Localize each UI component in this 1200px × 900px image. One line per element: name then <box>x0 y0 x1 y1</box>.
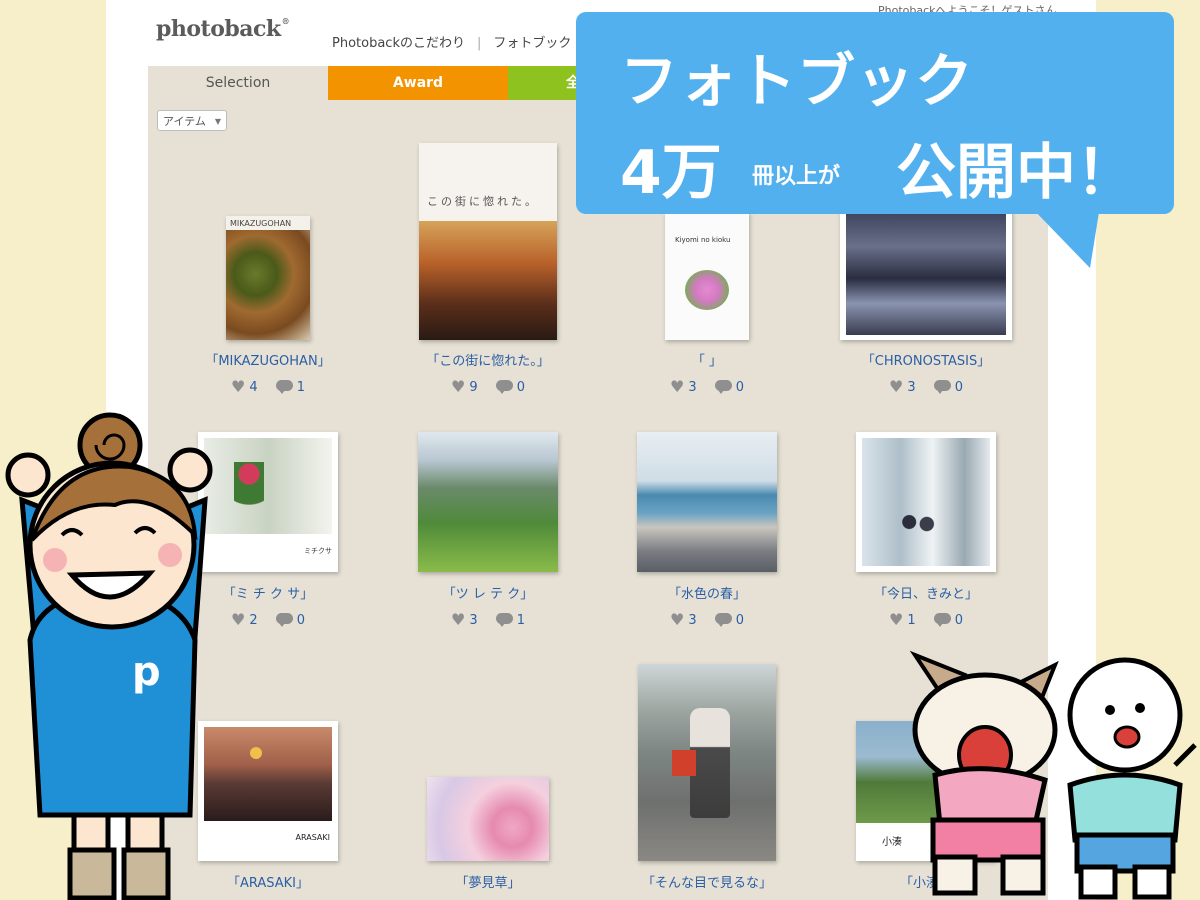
cover-text: Kiyomi no kioku <box>675 236 731 244</box>
book-cover-konomachi[interactable]: この街に惚れた。 <box>419 143 557 340</box>
logo-text: photoback <box>156 16 281 42</box>
filter-label: アイテム <box>163 115 206 128</box>
cover-text: ARASAKI <box>295 833 330 842</box>
book-stats: ♥ 4 1 <box>230 377 306 396</box>
comment-icon[interactable] <box>933 380 951 394</box>
heart-icon[interactable]: ♥ <box>451 610 465 629</box>
book-title[interactable]: 「CHRONOSTASIS」 <box>816 350 1036 369</box>
book-stats: ♥ 3 1 <box>450 610 526 629</box>
nav-item-kodawari[interactable]: Photobackのこだわり <box>332 36 465 51</box>
book-stats: ♥ 9 0 <box>450 377 526 396</box>
heart-icon[interactable]: ♥ <box>889 377 903 396</box>
promo-banner: フォトブック 4万 冊以上が 公開中！ <box>576 12 1174 214</box>
cover-text: MIKAZUGOHAN <box>230 219 292 228</box>
book-stats: ♥ 3 0 <box>888 377 964 396</box>
mascot-girl-illustration: p <box>5 412 213 900</box>
photoback-logo[interactable]: photoback® <box>156 16 290 42</box>
book-cover-yumemigusa[interactable] <box>427 777 549 861</box>
tab-award[interactable]: Award <box>328 66 508 100</box>
book-cover-sonnamede[interactable] <box>638 664 776 861</box>
book-title[interactable]: 「ツ レ テ ク」 <box>378 583 598 602</box>
book-title[interactable]: 「 」 <box>597 350 817 369</box>
book-title[interactable]: 「夢見草」 <box>378 872 598 891</box>
header-nav: Photobackのこだわり | フォトブック <box>332 36 572 51</box>
heart-icon[interactable]: ♥ <box>670 377 684 396</box>
banner-headline: フォトブック <box>620 47 975 115</box>
book-cover-chronostasis[interactable] <box>840 205 1012 340</box>
chevron-down-icon: ▼ <box>214 117 221 126</box>
mascot-dogs-illustration <box>909 650 1197 900</box>
heart-icon[interactable]: ♥ <box>231 377 245 396</box>
heart-icon[interactable]: ♥ <box>451 377 465 396</box>
tab-selection[interactable]: Selection <box>148 66 328 100</box>
book-title[interactable]: 「水色の春」 <box>597 583 817 602</box>
nav-item-photobook[interactable]: フォトブック <box>493 36 571 51</box>
comment-icon[interactable] <box>275 613 293 627</box>
comment-icon[interactable] <box>933 613 951 627</box>
comment-icon[interactable] <box>495 380 513 394</box>
heart-icon[interactable]: ♥ <box>670 610 684 629</box>
heart-icon[interactable]: ♥ <box>889 610 903 629</box>
book-stats: ♥ 3 0 <box>669 377 745 396</box>
banner-status: 公開中！ <box>896 138 1136 208</box>
comment-icon[interactable] <box>275 380 293 394</box>
book-title[interactable]: 「今日、きみと」 <box>816 583 1036 602</box>
book-cover-mizuiro[interactable] <box>637 432 777 572</box>
cover-text: この街に惚れた。 <box>427 195 539 208</box>
book-cover-tsureteku[interactable] <box>418 432 558 572</box>
book-title[interactable]: 「この街に惚れた。」 <box>378 350 598 369</box>
banner-tail <box>1030 206 1100 268</box>
book-cover-kyou-kimito[interactable] <box>856 432 996 572</box>
book-title[interactable]: 「そんな目で見るな」 <box>597 872 817 891</box>
book-cover-kiyomi[interactable]: Kiyomi no kioku <box>665 212 749 340</box>
cover-text: ミチクサ <box>304 547 332 555</box>
book-cover-mikazugohan[interactable]: MIKAZUGOHAN <box>226 216 310 340</box>
heart-icon[interactable]: ♥ <box>231 610 245 629</box>
svg-text:p: p <box>132 649 161 695</box>
item-filter-select[interactable]: アイテム ▼ <box>157 110 227 131</box>
book-title[interactable]: 「MIKAZUGOHAN」 <box>158 350 378 369</box>
comment-icon[interactable] <box>714 613 732 627</box>
book-stats: ♥ 1 0 <box>888 610 964 629</box>
comment-icon[interactable] <box>495 613 513 627</box>
book-stats: ♥ 3 0 <box>669 610 745 629</box>
banner-count-suffix: 冊以上が <box>752 164 841 189</box>
banner-count: 4万 <box>620 138 722 208</box>
comment-icon[interactable] <box>714 380 732 394</box>
